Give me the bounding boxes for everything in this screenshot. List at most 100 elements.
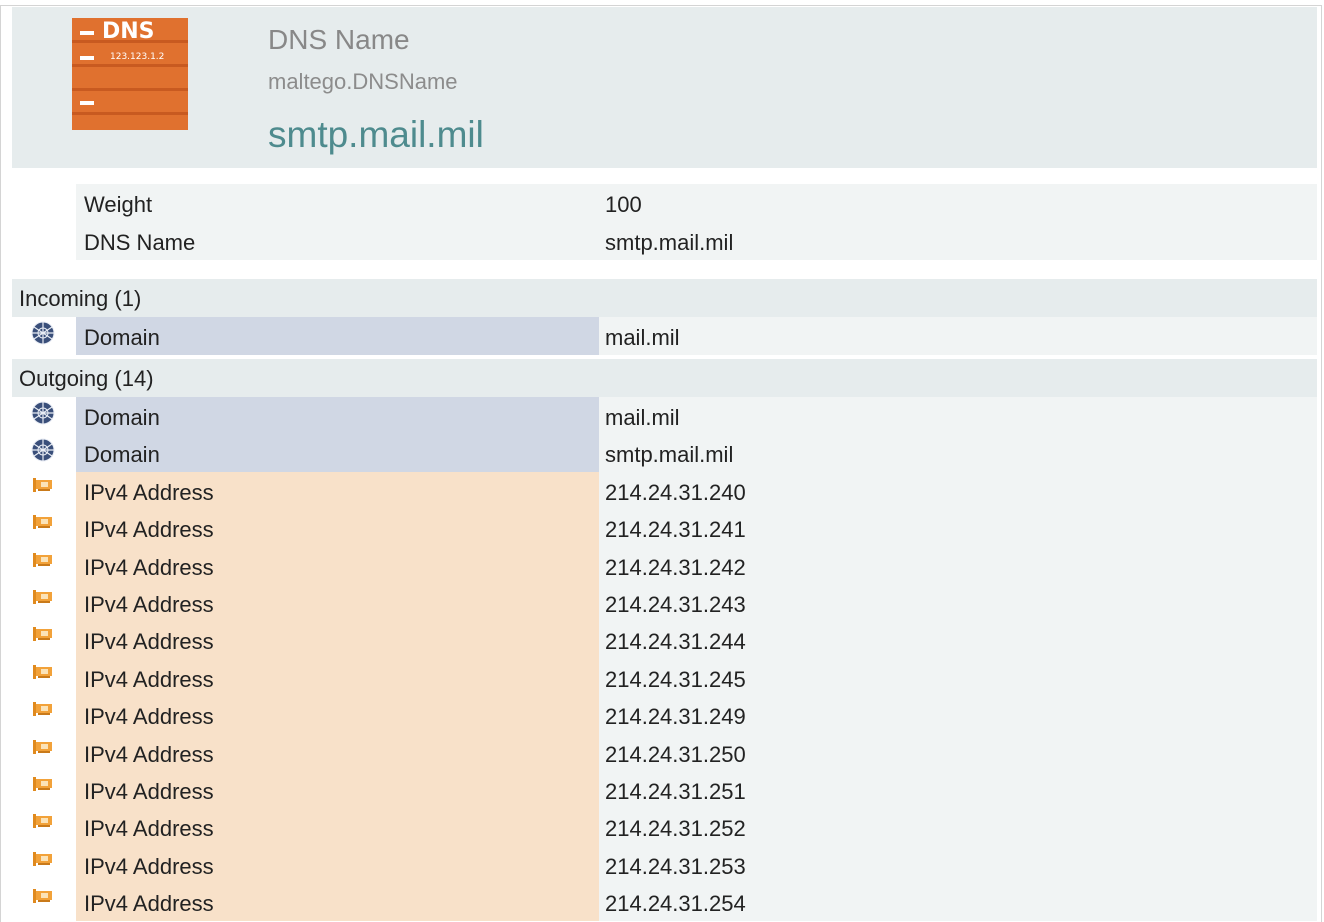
globe-icon <box>31 321 55 345</box>
dns-name-icon: DNS 123.123.1.2 <box>72 18 188 130</box>
link-value-label: 214.24.31.250 <box>605 741 746 767</box>
link-row[interactable]: IPv4 Address 214.24.31.251 <box>12 771 1317 809</box>
properties-table: Weight 100 DNS Name smtp.mail.mil <box>76 184 1317 260</box>
property-key: Weight <box>84 192 153 217</box>
globe-icon <box>31 438 55 462</box>
property-row: DNS Name smtp.mail.mil <box>76 222 1317 260</box>
property-key: DNS Name <box>84 230 196 255</box>
link-type-cell: IPv4 Address <box>76 509 599 547</box>
globe-icon <box>31 401 55 425</box>
link-type-label: Domain <box>84 405 160 430</box>
link-row[interactable]: IPv4 Address 214.24.31.254 <box>12 883 1317 921</box>
link-value-label: smtp.mail.mil <box>605 442 734 468</box>
link-type-cell: IPv4 Address <box>76 471 599 510</box>
icon-label-text: DNS <box>102 19 155 44</box>
link-value-cell: 214.24.31.243 <box>599 584 1317 622</box>
link-row[interactable]: Domain mail.mil <box>12 317 1317 355</box>
link-value-label: 214.24.31.249 <box>605 704 746 730</box>
link-type-label: IPv4 Address <box>84 666 214 692</box>
link-type-label: IPv4 Address <box>84 741 214 767</box>
link-value-cell: 214.24.31.240 <box>599 471 1317 510</box>
link-type-label: IPv4 Address <box>84 779 214 804</box>
entity-type-name: DNS Name <box>268 24 410 55</box>
link-value-label: 214.24.31.253 <box>605 853 746 879</box>
network-card-icon <box>33 590 52 604</box>
link-type-label: IPv4 Address <box>84 629 214 655</box>
link-type-cell: IPv4 Address <box>76 771 599 809</box>
link-row[interactable]: IPv4 Address 214.24.31.243 <box>12 584 1317 622</box>
network-card-icon <box>33 814 52 829</box>
link-type-cell: IPv4 Address <box>76 808 599 846</box>
network-card-icon <box>33 664 52 679</box>
link-value-cell: 214.24.31.249 <box>599 696 1317 734</box>
link-row[interactable]: IPv4 Address 214.24.31.241 <box>12 509 1317 547</box>
link-type-cell: IPv4 Address <box>76 584 599 622</box>
link-row[interactable]: IPv4 Address 214.24.31.242 <box>12 546 1317 585</box>
link-value-label: 214.24.31.244 <box>605 629 746 655</box>
link-type-cell: IPv4 Address <box>76 883 599 921</box>
link-value-cell: 214.24.31.241 <box>599 509 1317 547</box>
link-value-cell: mail.mil <box>599 317 1317 355</box>
link-type-label: IPv4 Address <box>84 554 214 580</box>
link-type-cell: IPv4 Address <box>76 546 599 585</box>
network-card-icon <box>33 739 52 754</box>
link-row[interactable]: IPv4 Address 214.24.31.240 <box>12 471 1317 510</box>
link-type-label: Domain <box>84 325 160 350</box>
link-value-label: mail.mil <box>605 325 680 350</box>
link-type-cell: Domain <box>76 397 599 435</box>
property-value: smtp.mail.mil <box>605 230 734 255</box>
link-type-cell: Domain <box>76 317 599 355</box>
link-type-label: IPv4 Address <box>84 704 214 730</box>
link-type-label: IPv4 Address <box>84 517 214 543</box>
link-value-label: 214.24.31.252 <box>605 816 746 842</box>
link-type-cell: IPv4 Address <box>76 658 599 697</box>
link-type-label: IPv4 Address <box>84 853 214 879</box>
link-value-cell: 214.24.31.253 <box>599 845 1317 884</box>
network-card-icon <box>33 477 52 492</box>
link-type-cell: IPv4 Address <box>76 733 599 772</box>
network-card-icon <box>33 702 52 717</box>
incoming-section-title: Incoming (1) <box>19 286 142 311</box>
link-row[interactable]: Domain mail.mil <box>12 397 1317 435</box>
link-row[interactable]: IPv4 Address 214.24.31.253 <box>12 845 1317 884</box>
link-value-label: 214.24.31.241 <box>605 517 746 543</box>
network-card-icon <box>33 552 52 567</box>
network-card-icon <box>33 777 52 791</box>
property-row: Weight 100 <box>76 184 1317 222</box>
link-row[interactable]: IPv4 Address 214.24.31.245 <box>12 658 1317 697</box>
link-row[interactable]: IPv4 Address 214.24.31.250 <box>12 733 1317 772</box>
entity-value: smtp.mail.mil <box>268 114 484 155</box>
link-type-label: IPv4 Address <box>84 816 214 842</box>
link-row[interactable]: IPv4 Address 214.24.31.244 <box>12 621 1317 659</box>
link-value-cell: 214.24.31.254 <box>599 883 1317 921</box>
link-value-label: mail.mil <box>605 405 680 430</box>
link-value-cell: 214.24.31.250 <box>599 733 1317 772</box>
link-value-label: 214.24.31.245 <box>605 666 746 692</box>
link-type-cell: IPv4 Address <box>76 696 599 734</box>
incoming-section-header: Incoming (1) <box>12 279 1317 317</box>
network-card-icon <box>33 889 52 904</box>
link-value-cell: smtp.mail.mil <box>599 434 1317 472</box>
link-value-cell: 214.24.31.251 <box>599 771 1317 809</box>
link-value-label: 214.24.31.251 <box>605 779 746 804</box>
link-type-cell: IPv4 Address <box>76 845 599 884</box>
link-type-label: IPv4 Address <box>84 891 214 917</box>
link-row[interactable]: IPv4 Address 214.24.31.249 <box>12 696 1317 734</box>
link-value-label: 214.24.31.254 <box>605 891 746 917</box>
link-row[interactable]: Domain smtp.mail.mil <box>12 434 1317 472</box>
link-row[interactable]: IPv4 Address 214.24.31.252 <box>12 808 1317 846</box>
network-card-icon <box>33 515 52 530</box>
link-type-label: IPv4 Address <box>84 479 214 505</box>
entity-header <box>12 7 1317 168</box>
link-value-cell: 214.24.31.245 <box>599 658 1317 697</box>
link-type-label: Domain <box>84 442 160 468</box>
property-value: 100 <box>605 192 642 217</box>
icon-ip-text: 123.123.1.2 <box>110 52 164 62</box>
link-value-cell: 214.24.31.244 <box>599 621 1317 659</box>
link-value-cell: 214.24.31.252 <box>599 808 1317 846</box>
link-value-cell: mail.mil <box>599 397 1317 435</box>
entity-type-id: maltego.DNSName <box>268 69 458 94</box>
network-card-icon <box>33 851 52 866</box>
link-type-cell: IPv4 Address <box>76 621 599 659</box>
link-type-label: IPv4 Address <box>84 592 214 617</box>
